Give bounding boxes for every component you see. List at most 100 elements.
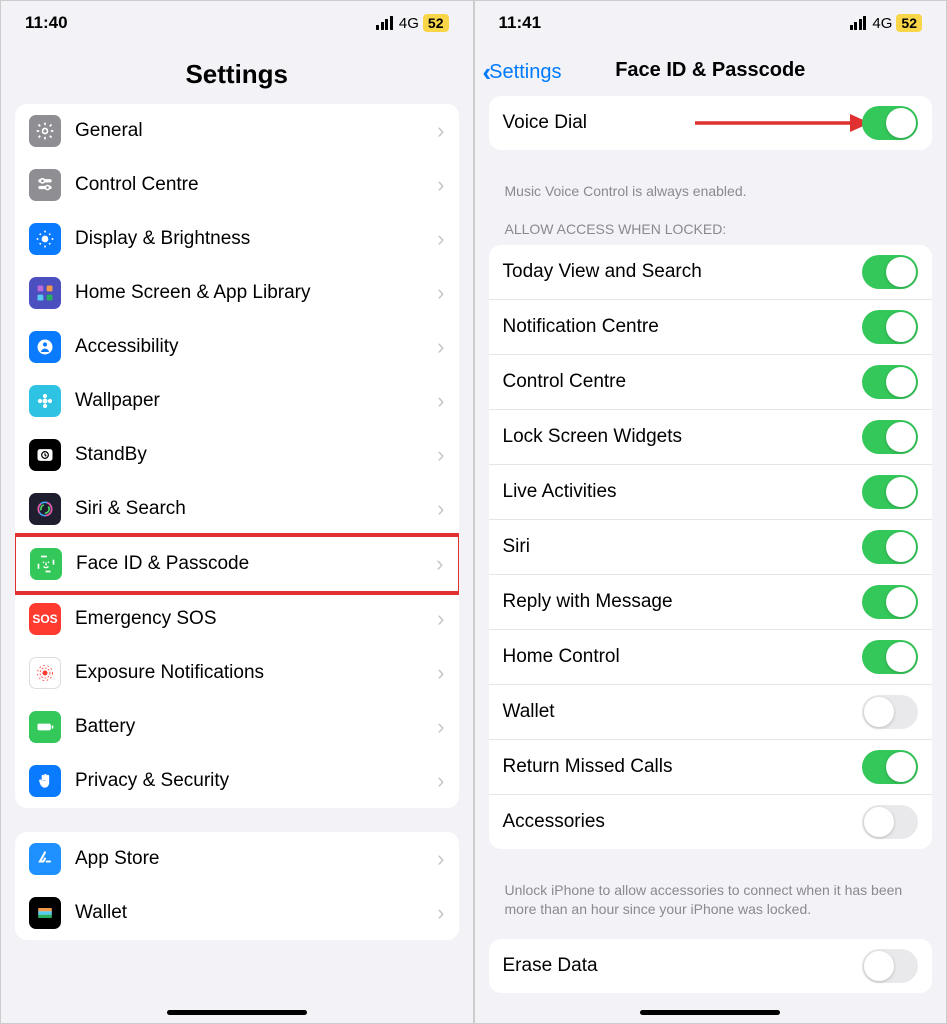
chevron-right-icon: ›	[437, 846, 444, 872]
chevron-right-icon: ›	[437, 496, 444, 522]
settings-list[interactable]: General›Control Centre›Display & Brightn…	[1, 104, 473, 1023]
row-label: Emergency SOS	[75, 608, 437, 630]
sliders-icon	[29, 169, 61, 201]
home-indicator[interactable]	[167, 1010, 307, 1015]
exposure-icon	[29, 657, 61, 689]
settings-row-battery[interactable]: Battery›	[15, 700, 459, 754]
row-label: Return Missed Calls	[503, 756, 863, 778]
toggle-accessories[interactable]	[862, 805, 918, 839]
network-label: 4G	[872, 15, 892, 32]
toggle-live-activities[interactable]	[862, 475, 918, 509]
access-row-accessories: Accessories	[489, 794, 933, 849]
network-label: 4G	[399, 15, 419, 32]
row-label: Display & Brightness	[75, 228, 437, 250]
settings-row-standby[interactable]: StandBy›	[15, 428, 459, 482]
row-label: Today View and Search	[503, 261, 863, 283]
row-label: Home Screen & App Library	[75, 282, 437, 304]
settings-row-accessibility[interactable]: Accessibility›	[15, 320, 459, 374]
row-label: Battery	[75, 716, 437, 738]
settings-row-control-centre[interactable]: Control Centre›	[15, 158, 459, 212]
row-label: Live Activities	[503, 481, 863, 503]
voice-dial-row: Voice Dial	[489, 96, 933, 150]
gear-icon	[29, 115, 61, 147]
toggle-reply-with-message[interactable]	[862, 585, 918, 619]
chevron-right-icon: ›	[437, 900, 444, 926]
row-label: Face ID & Passcode	[76, 553, 436, 575]
toggle-return-missed-calls[interactable]	[862, 750, 918, 784]
access-row-reply-with-message: Reply with Message	[489, 574, 933, 629]
row-label: Siri	[503, 536, 863, 558]
signal-icon	[850, 16, 867, 30]
voice-dial-toggle[interactable]	[862, 106, 918, 140]
battery-badge: 52	[896, 14, 922, 32]
chevron-right-icon: ›	[437, 226, 444, 252]
toggle-siri[interactable]	[862, 530, 918, 564]
access-row-notification-centre: Notification Centre	[489, 299, 933, 354]
settings-row-home-screen-app-library[interactable]: Home Screen & App Library›	[15, 266, 459, 320]
erase-data-label: Erase Data	[503, 955, 863, 977]
settings-row-wallpaper[interactable]: Wallpaper›	[15, 374, 459, 428]
settings-row-emergency-sos[interactable]: SOSEmergency SOS›	[15, 592, 459, 646]
row-label: Notification Centre	[503, 316, 863, 338]
chevron-right-icon: ›	[437, 172, 444, 198]
grid-icon	[29, 277, 61, 309]
erase-data-footer: Erase all data on this iPhone after 10 f…	[489, 1017, 933, 1023]
access-row-today-view-and-search: Today View and Search	[489, 245, 933, 299]
row-label: Wallet	[503, 701, 863, 723]
signal-icon	[376, 16, 393, 30]
row-label: Exposure Notifications	[75, 662, 437, 684]
toggle-lock-screen-widgets[interactable]	[862, 420, 918, 454]
settings-row-siri-search[interactable]: Siri & Search›	[15, 482, 459, 536]
row-label: Accessories	[503, 811, 863, 833]
battery-badge: 52	[423, 14, 449, 32]
person-icon	[29, 331, 61, 363]
settings-row-general[interactable]: General›	[15, 104, 459, 158]
toggle-control-centre[interactable]	[862, 365, 918, 399]
row-label: Siri & Search	[75, 498, 437, 520]
toggle-today-view-and-search[interactable]	[862, 255, 918, 289]
chevron-right-icon: ›	[437, 768, 444, 794]
toggle-wallet[interactable]	[862, 695, 918, 729]
erase-data-row: Erase Data	[489, 939, 933, 993]
back-button[interactable]: ‹ Settings	[483, 59, 562, 85]
row-label: Accessibility	[75, 336, 437, 358]
chevron-right-icon: ›	[437, 334, 444, 360]
accessories-footer: Unlock iPhone to allow accessories to co…	[489, 873, 933, 939]
nav-bar: Settings	[1, 41, 473, 104]
appstore-icon	[29, 843, 61, 875]
voice-dial-footer: Music Voice Control is always enabled.	[489, 174, 933, 221]
row-label: Wallpaper	[75, 390, 437, 412]
settings-row-app-store[interactable]: App Store›	[15, 832, 459, 886]
chevron-right-icon: ›	[436, 551, 443, 577]
clock-icon	[29, 439, 61, 471]
row-label: Reply with Message	[503, 591, 863, 613]
status-time: 11:41	[499, 13, 542, 33]
settings-row-face-id-passcode[interactable]: Face ID & Passcode›	[16, 537, 458, 591]
voice-dial-label: Voice Dial	[503, 112, 863, 134]
faceid-passcode-screen: 11:41 4G 52 ‹ Settings Face ID & Passcod…	[474, 0, 947, 1024]
settings-row-display-brightness[interactable]: Display & Brightness›	[15, 212, 459, 266]
chevron-right-icon: ›	[437, 118, 444, 144]
access-row-wallet: Wallet	[489, 684, 933, 739]
flower-icon	[29, 385, 61, 417]
face-icon	[30, 548, 62, 580]
toggle-home-control[interactable]	[862, 640, 918, 674]
highlight-annotation: Face ID & Passcode›	[15, 533, 459, 595]
chevron-right-icon: ›	[437, 388, 444, 414]
status-bar: 11:40 4G 52	[1, 1, 473, 41]
status-time: 11:40	[25, 13, 68, 33]
row-label: General	[75, 120, 437, 142]
battery-icon	[29, 711, 61, 743]
settings-row-exposure-notifications[interactable]: Exposure Notifications›	[15, 646, 459, 700]
erase-data-toggle[interactable]	[862, 949, 918, 983]
settings-row-privacy-security[interactable]: Privacy & Security›	[15, 754, 459, 808]
access-row-control-centre: Control Centre	[489, 354, 933, 409]
settings-row-wallet[interactable]: Wallet›	[15, 886, 459, 940]
settings-main-screen: 11:40 4G 52 Settings General›Control Cen…	[0, 0, 474, 1024]
sun-icon	[29, 223, 61, 255]
faceid-content[interactable]: Voice Dial Music Voice Control is always…	[475, 96, 947, 1023]
siri-icon	[29, 493, 61, 525]
toggle-notification-centre[interactable]	[862, 310, 918, 344]
home-indicator[interactable]	[640, 1010, 780, 1015]
chevron-right-icon: ›	[437, 606, 444, 632]
